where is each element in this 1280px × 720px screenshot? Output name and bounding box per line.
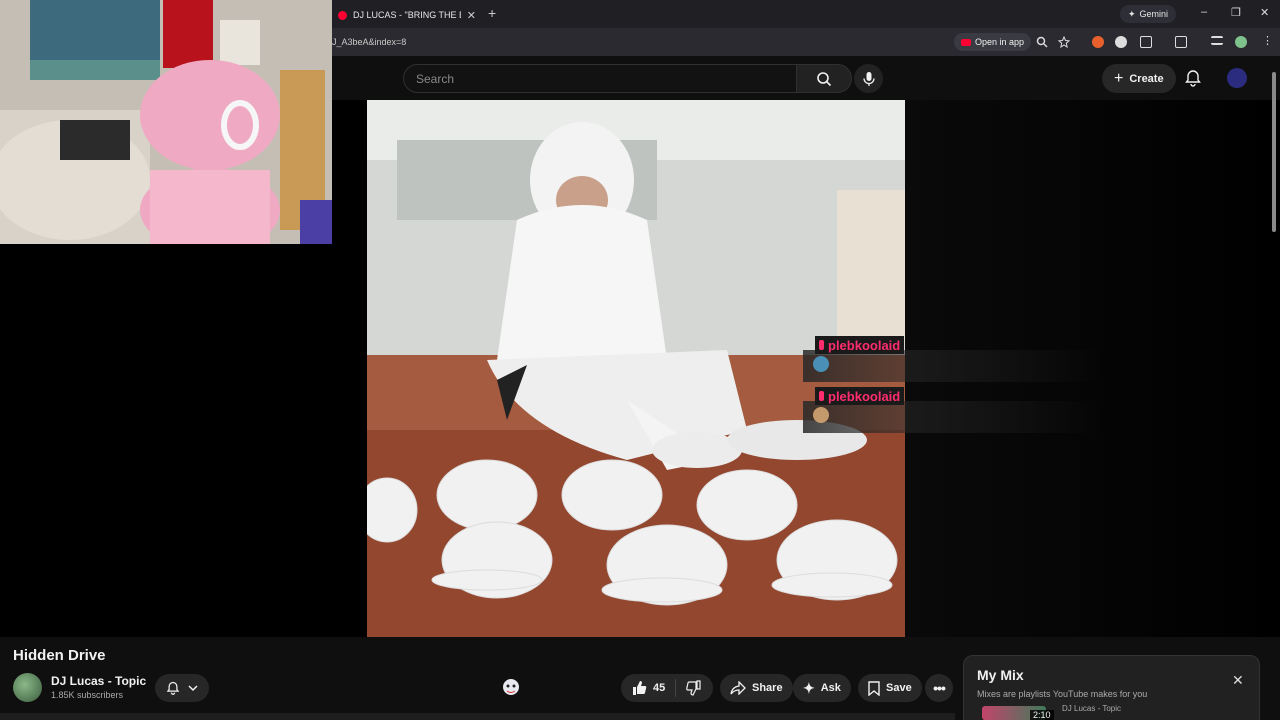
mic-badge-icon [819,391,824,401]
sparkle-icon: ✦ [1128,8,1136,19]
cast-icon[interactable] [1175,36,1187,48]
subscriber-count: 1.85K subscribers [51,690,124,700]
mix-subtitle: Mixes are playlists YouTube makes for yo… [977,689,1148,699]
like-icon [633,681,647,695]
save-label: Save [886,682,912,694]
emote-icon [813,407,829,423]
extension-icon-2[interactable] [1115,36,1127,48]
bell-icon [166,681,180,695]
webcam-scene [0,0,332,244]
page-scrollbar[interactable] [1270,62,1278,242]
emote-icon [813,356,829,372]
video-title: Hidden Drive [13,647,106,664]
new-tab-button[interactable]: + [488,5,496,21]
like-button[interactable]: 45 [621,674,675,702]
youtube-header: Search + Create [332,56,1280,100]
mix-item-channel: DJ Lucas - Topic [1062,704,1121,713]
open-in-app-button[interactable]: Open in app [954,33,1032,51]
mic-badge-icon [819,340,824,350]
gemini-button[interactable]: ✦ Gemini [1120,5,1177,23]
open-in-app-label: Open in app [975,37,1025,47]
reading-list-icon[interactable] [1211,36,1223,45]
mic-icon [862,71,875,86]
share-icon [730,681,746,695]
zoom-icon[interactable] [1036,36,1048,48]
ask-icon: ✦ [803,679,815,696]
comments-edge [0,713,955,720]
notification-button[interactable] [155,674,209,702]
search-button[interactable] [796,64,852,93]
youtube-icon [338,10,347,20]
dislike-button[interactable] [676,674,712,702]
browser-tab[interactable]: DJ LUCAS - "BRING THE BOOM ✕ [332,2,482,28]
ask-button[interactable]: ✦ Ask [793,674,851,702]
tab-title: DJ LUCAS - "BRING THE BOOM [353,10,461,20]
chevron-down-icon [188,685,198,692]
gemini-label: Gemini [1139,9,1169,19]
extension-icon[interactable] [1092,36,1104,48]
puzzle-icon[interactable] [1140,36,1152,48]
mix-item-duration: 2:10 [1030,710,1054,720]
restore-icon[interactable]: ❐ [1231,6,1241,19]
mix-title: My Mix [977,667,1024,683]
create-button[interactable]: + Create [1102,64,1176,93]
ask-label: Ask [820,682,841,694]
like-count: 45 [653,682,666,694]
save-icon [868,680,880,696]
tab-close-icon[interactable]: ✕ [467,9,476,22]
bookmark-star-icon[interactable] [1058,36,1070,48]
my-mix-panel: My Mix Mixes are playlists YouTube makes… [963,655,1260,720]
voice-search-button[interactable] [854,64,883,93]
account-avatar[interactable] [1227,68,1247,88]
share-button[interactable]: Share [720,674,793,702]
search-icon [817,71,832,86]
close-icon[interactable]: ✕ [1232,672,1244,689]
bell-icon[interactable] [1184,69,1202,87]
browser-tabstrip: DJ LUCAS - "BRING THE BOOM ✕ + ✦ Gemini … [332,0,1280,28]
screen: DJ LUCAS - "BRING THE BOOM ✕ + ✦ Gemini … [0,0,1280,720]
dislike-icon [686,680,701,696]
save-button[interactable]: Save [858,674,922,702]
chat-message: plebkoolaid [803,336,1103,382]
create-label: Create [1129,72,1164,85]
channel-name[interactable]: DJ Lucas - Topic [51,674,146,688]
more-actions-button[interactable]: ••• [925,674,953,702]
chat-username-text: plebkoolaid [828,388,901,404]
close-window-icon[interactable]: ✕ [1260,6,1269,19]
webcam-overlay [0,0,332,244]
chat-username: plebkoolaid [815,336,905,354]
scrollbar-thumb[interactable] [1272,72,1276,232]
like-dislike-group: 45 [621,674,713,702]
share-label: Share [752,682,783,694]
url-text[interactable]: J_A3beA&index=8 [332,37,406,47]
search-input[interactable]: Search [403,64,797,93]
menu-dots-icon[interactable]: ⋮ [1262,34,1274,47]
chat-username: plebkoolaid [815,387,905,405]
minimize-icon[interactable]: – [1201,6,1207,18]
chat-message: plebkoolaid [803,387,1103,433]
emote-sticker [500,676,522,698]
plus-icon: + [1114,69,1124,87]
address-bar: J_A3beA&index=8 Open in app ⋮ [332,28,1280,56]
more-icon: ••• [933,680,946,696]
channel-avatar[interactable] [13,673,42,702]
chat-username-text: plebkoolaid [828,337,901,353]
youtube-icon [961,38,971,46]
profile-icon[interactable] [1235,36,1247,48]
